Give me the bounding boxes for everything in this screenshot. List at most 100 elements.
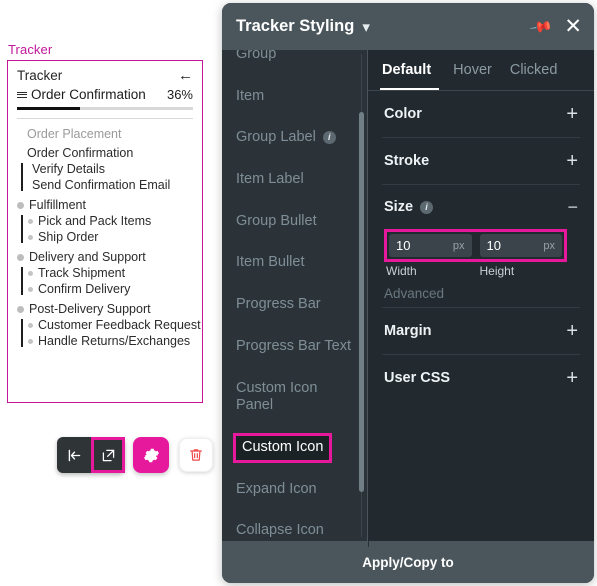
tracker-current-step: Order Confirmation [31, 87, 146, 102]
tracker-styling-panel: Tracker Styling ▾ 📌 ✕ Group Item Group Lab… [222, 3, 594, 583]
panel-title: Tracker Styling [236, 17, 355, 35]
tracker-item-label: Handle Returns/Exchanges [38, 334, 191, 348]
pin-icon[interactable]: 📌 [528, 14, 554, 40]
width-input[interactable]: 10 px [389, 234, 472, 257]
expand-section-icon[interactable]: + [566, 104, 578, 124]
tracker-item-label: Confirm Delivery [38, 282, 131, 296]
height-value: 10 [486, 238, 501, 253]
tracker-group-label: Order Placement [27, 127, 122, 141]
tracker-group-label: Fulfillment [29, 198, 86, 212]
section-user-css[interactable]: User CSS + [368, 355, 594, 401]
tracker-item-label: Pick and Pack Items [38, 214, 152, 228]
bullet-icon [17, 201, 24, 209]
panel-header: Tracker Styling ▾ 📌 ✕ [222, 3, 594, 50]
element-list-item-item[interactable]: Item [222, 76, 368, 118]
element-list-item-label: Expand Icon [236, 480, 317, 497]
tracker-item[interactable]: Handle Returns/Exchanges [28, 333, 202, 349]
element-list-item-label: Custom Icon Panel [236, 379, 318, 414]
tracker-item[interactable]: Confirm Delivery [28, 281, 202, 297]
apply-copy-to-button[interactable]: Apply/Copy to [222, 541, 594, 583]
property-sections: Color + Stroke + Size i − 10 px 10 px Width Height Ad… [368, 91, 594, 401]
gear-icon[interactable] [133, 437, 169, 473]
tracker-item-list: Track Shipment Confirm Delivery [17, 265, 202, 297]
tracker-item-label: Send Confirmation Email [32, 178, 171, 192]
tracker-widget[interactable]: Tracker ← Order Confirmation 36% Order P… [7, 60, 203, 403]
tracker-header: Tracker ← Order Confirmation 36% [8, 61, 202, 119]
section-label: Size [384, 199, 414, 215]
tracker-item-label: Verify Details [32, 162, 105, 176]
tracker-item[interactable]: Track Shipment [28, 265, 202, 281]
tab-clicked[interactable]: Clicked [510, 50, 576, 90]
bullet-icon [28, 218, 33, 224]
element-list-item-custom-icon-panel[interactable]: Custom Icon Panel [222, 368, 368, 427]
list-menu-icon[interactable] [17, 91, 27, 98]
element-list-item-label: Group [236, 50, 277, 62]
tracker-item[interactable]: Send Confirmation Email [28, 177, 202, 193]
trash-icon[interactable] [179, 438, 213, 472]
element-list-item-collapse-icon[interactable]: Collapse Icon [222, 510, 368, 541]
tracker-group-label: Delivery and Support [29, 250, 146, 264]
expand-section-icon[interactable]: + [566, 368, 578, 388]
close-icon[interactable]: ✕ [564, 16, 582, 37]
tracker-progress-label: 36% [166, 87, 193, 102]
element-list-item-item-label[interactable]: Item Label [222, 159, 368, 201]
chevron-down-icon[interactable]: ▾ [362, 18, 370, 36]
expand-section-icon[interactable]: + [566, 321, 578, 341]
section-margin[interactable]: Margin + [368, 308, 594, 354]
apply-copy-to-label: Apply/Copy to [362, 554, 454, 570]
element-list-item-label: Item [236, 87, 265, 104]
info-icon[interactable]: i [420, 200, 434, 214]
tracker-group[interactable]: Order Placement [17, 127, 202, 141]
element-list-item-label: Group Bullet [236, 212, 317, 229]
element-list-item-item-bullet[interactable]: Item Bullet [222, 242, 368, 284]
tracker-item-list: Verify Details Send Confirmation Email [17, 161, 202, 193]
tracker-item[interactable]: Pick and Pack Items [28, 213, 202, 229]
collapse-section-icon[interactable]: − [567, 198, 578, 216]
state-tabs[interactable]: Default Hover Clicked [368, 50, 594, 90]
width-value: 10 [396, 238, 411, 253]
element-list-item-group[interactable]: Group [222, 50, 368, 76]
divider [368, 541, 369, 547]
expand-section-icon[interactable]: + [566, 151, 578, 171]
tracker-group[interactable]: Delivery and Support [17, 250, 202, 264]
width-label: Width [386, 264, 417, 278]
tab-default[interactable]: Default [379, 50, 453, 90]
section-size[interactable]: Size i − [368, 185, 594, 229]
tracker-group[interactable]: Fulfillment [17, 198, 202, 212]
element-list-item-custom-icon[interactable]: Custom Icon [233, 432, 333, 463]
tracker-group-label: Order Confirmation [27, 146, 134, 160]
tracker-group[interactable]: Order Confirmation [17, 146, 202, 160]
tracker-group[interactable]: Post-Delivery Support [17, 302, 202, 316]
bullet-icon [28, 270, 33, 276]
section-color[interactable]: Color + [368, 91, 594, 137]
element-list[interactable]: Group Item Group Label i Item Label Group Bul… [222, 50, 368, 541]
bullet-icon [28, 338, 33, 344]
scrollbar-thumb[interactable] [359, 112, 364, 492]
advanced-link[interactable]: Advanced [384, 286, 578, 301]
style-properties: Default Hover Clicked Color + Stroke + Size i −1… [368, 50, 594, 541]
collapse-left-icon[interactable] [57, 437, 91, 473]
height-input[interactable]: 10 px [479, 234, 562, 257]
info-icon[interactable]: i [322, 131, 336, 145]
tracker-caption: Tracker [8, 42, 53, 57]
element-list-item-label: Item Label [236, 171, 304, 188]
open-external-icon[interactable] [91, 437, 125, 473]
element-list-item-group-label[interactable]: Group Label i [222, 117, 368, 159]
section-label: Stroke [384, 153, 430, 169]
back-arrow-icon[interactable]: ← [178, 68, 193, 83]
tracker-item-label: Track Shipment [38, 266, 126, 280]
element-list-item-expand-icon[interactable]: Expand Icon [222, 469, 368, 511]
tracker-item[interactable]: Customer Feedback Request [28, 317, 202, 333]
element-list-item-progress-bar[interactable]: Progress Bar [222, 284, 368, 326]
element-list-item-group-bullet[interactable]: Group Bullet [222, 201, 368, 243]
size-fields-group: 10 px 10 px [384, 229, 567, 262]
widget-toolbar [57, 437, 213, 473]
panel-body: Group Item Group Label i Item Label Group Bul… [222, 50, 594, 541]
section-stroke[interactable]: Stroke + [368, 138, 594, 184]
bullet-icon [17, 253, 24, 261]
tracker-item[interactable]: Ship Order [28, 229, 202, 245]
height-unit: px [543, 239, 555, 252]
tracker-item[interactable]: Verify Details [28, 161, 202, 177]
element-list-item-progress-bar-text[interactable]: Progress Bar Text [222, 326, 368, 368]
tab-hover[interactable]: Hover [453, 50, 510, 90]
